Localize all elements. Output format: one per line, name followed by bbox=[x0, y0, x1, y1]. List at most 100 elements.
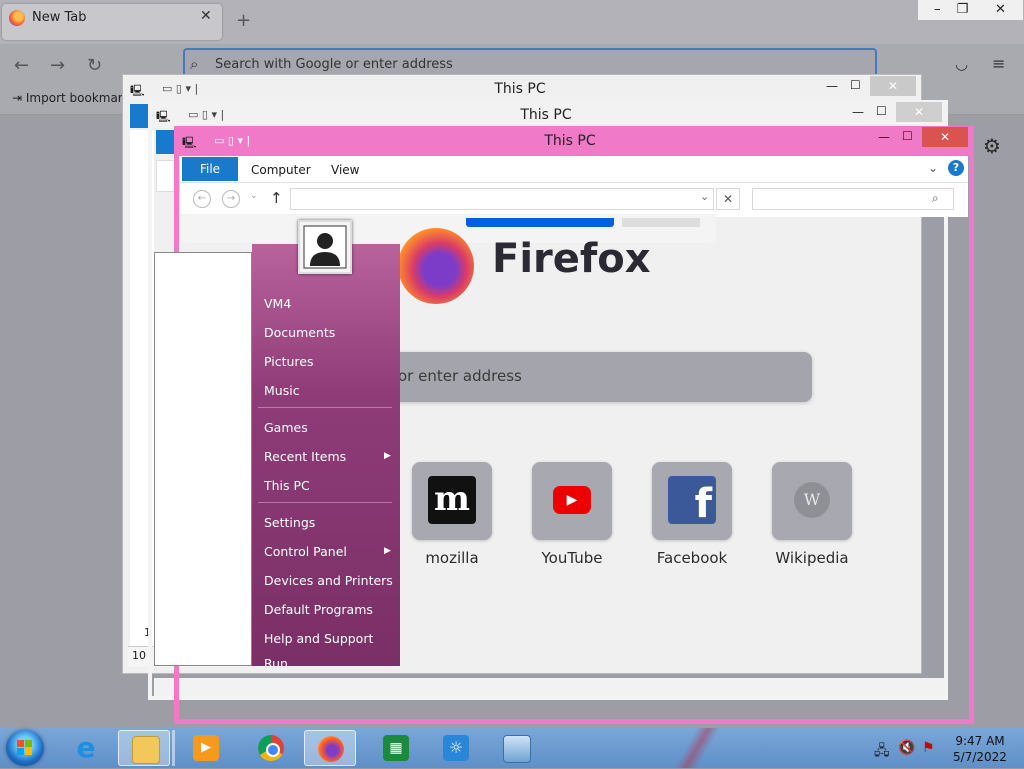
top-site-mozilla[interactable]: m mozilla bbox=[412, 462, 492, 567]
windows-logo-icon bbox=[17, 740, 32, 755]
newtab-search-placeholder: or enter address bbox=[398, 367, 522, 385]
computer-icon: 🖳 bbox=[156, 110, 171, 123]
site-label: Wikipedia bbox=[775, 549, 849, 567]
back-icon[interactable]: ← bbox=[14, 55, 29, 76]
network-icon[interactable]: 🖧 bbox=[874, 740, 890, 764]
help-icon[interactable]: ? bbox=[948, 160, 964, 176]
site-label: Facebook bbox=[656, 549, 728, 567]
start-item-pictures[interactable]: Pictures bbox=[264, 354, 314, 369]
taskbar-chrome[interactable] bbox=[245, 730, 297, 766]
ribbon-file-tab[interactable] bbox=[130, 104, 150, 128]
search-icon[interactable]: ⌕ bbox=[932, 191, 939, 206]
computer-icon: 🖳 bbox=[130, 84, 145, 97]
close-button[interactable]: ✕ bbox=[870, 76, 916, 96]
media-player-icon: ▶ bbox=[193, 735, 219, 761]
close-button[interactable]: ✕ bbox=[922, 127, 968, 147]
site-label: YouTube bbox=[541, 549, 603, 567]
tab-view[interactable]: View bbox=[331, 163, 359, 177]
settings-gear-icon[interactable]: ⚙ bbox=[983, 134, 1001, 158]
firefox-logo bbox=[398, 228, 474, 304]
minimize-button[interactable]: — bbox=[852, 105, 864, 119]
top-site-youtube[interactable]: ▶ YouTube bbox=[532, 462, 612, 567]
start-item-default-programs[interactable]: Default Programs bbox=[264, 602, 373, 617]
start-button[interactable] bbox=[6, 730, 44, 766]
start-item-devices-printers[interactable]: Devices and Printers bbox=[264, 573, 393, 588]
wikipedia-icon: W bbox=[794, 482, 830, 518]
youtube-icon: ▶ bbox=[553, 486, 591, 514]
site-label: mozilla bbox=[425, 549, 479, 567]
taskbar-stack-indicator bbox=[172, 730, 175, 766]
tab-computer[interactable]: Computer bbox=[251, 163, 311, 177]
folder-icon bbox=[132, 736, 160, 764]
maximize-button[interactable]: ☐ bbox=[850, 78, 861, 92]
brightness-icon: ☼ bbox=[443, 735, 469, 761]
start-item-music[interactable]: Music bbox=[264, 383, 300, 398]
recent-locations-icon[interactable]: ⌄ bbox=[250, 191, 258, 201]
pocket-icon[interactable]: ◡ bbox=[955, 55, 968, 73]
ribbon-expand-icon[interactable]: ⌄ bbox=[928, 161, 938, 175]
clear-address-icon[interactable]: ✕ bbox=[716, 188, 740, 210]
search-input[interactable] bbox=[752, 188, 954, 210]
top-site-wikipedia[interactable]: W Wikipedia bbox=[772, 462, 852, 567]
start-item-recent-items[interactable]: Recent Items bbox=[264, 449, 346, 464]
start-menu-programs-pane bbox=[154, 252, 252, 666]
close-button[interactable]: ✕ bbox=[896, 102, 942, 122]
firefox-wordmark: Firefox bbox=[492, 236, 651, 282]
firefox-icon bbox=[318, 736, 344, 762]
user-avatar[interactable] bbox=[298, 220, 352, 274]
volume-muted-icon[interactable]: 🔇 bbox=[898, 740, 915, 756]
reload-icon[interactable]: ↻ bbox=[87, 55, 102, 76]
dialog-secondary-button[interactable] bbox=[622, 218, 700, 227]
start-item-documents[interactable]: Documents bbox=[264, 325, 335, 340]
new-tab-button[interactable]: + bbox=[236, 10, 251, 31]
address-input[interactable] bbox=[290, 188, 714, 210]
quick-access-icons[interactable]: ▭ ▯ ▾ | bbox=[162, 82, 198, 95]
start-item-settings[interactable]: Settings bbox=[264, 515, 315, 530]
close-window-button[interactable]: ✕ bbox=[978, 0, 1023, 20]
maximize-button[interactable]: ☐ bbox=[902, 129, 913, 143]
up-icon[interactable]: ↑ bbox=[270, 189, 283, 207]
top-site-facebook[interactable]: f Facebook bbox=[652, 462, 732, 567]
window-title: This PC bbox=[520, 107, 572, 123]
taskbar-display[interactable] bbox=[490, 730, 542, 766]
taskbar-store[interactable]: ▦ bbox=[370, 730, 422, 766]
chrome-icon bbox=[258, 735, 284, 761]
chrome-center-icon bbox=[266, 743, 280, 757]
forward-icon[interactable]: → bbox=[222, 190, 240, 208]
taskbar-media-player[interactable]: ▶ bbox=[180, 730, 232, 766]
start-item-vm4[interactable]: VM4 bbox=[264, 296, 291, 311]
user-silhouette-icon bbox=[303, 225, 347, 269]
submenu-arrow-icon: ▶ bbox=[384, 451, 391, 461]
dialog-primary-button[interactable] bbox=[466, 218, 614, 227]
taskbar-internet-explorer[interactable]: e bbox=[60, 730, 112, 766]
back-icon[interactable]: ← bbox=[193, 190, 211, 208]
start-menu-separator bbox=[258, 407, 392, 408]
menu-icon[interactable]: ≡ bbox=[992, 54, 1005, 73]
window-title: This PC bbox=[544, 133, 596, 149]
taskbar-wallpaper-streak bbox=[640, 728, 760, 768]
taskbar-file-explorer[interactable] bbox=[118, 730, 170, 766]
status-item-count: 10 bbox=[132, 649, 146, 662]
system-clock[interactable]: 9:47 AM 5/7/2022 bbox=[952, 733, 1008, 765]
action-center-flag-icon[interactable]: ⚑ bbox=[922, 740, 935, 756]
taskbar-brightness[interactable]: ☼ bbox=[430, 730, 482, 766]
start-item-games[interactable]: Games bbox=[264, 420, 308, 435]
tab-file[interactable]: File bbox=[182, 157, 238, 181]
start-item-help-support[interactable]: Help and Support bbox=[264, 631, 373, 646]
close-tab-icon[interactable]: ✕ bbox=[200, 8, 212, 24]
address-dropdown-icon[interactable]: ⌄ bbox=[700, 190, 709, 203]
quick-access-icons[interactable]: ▭ ▯ ▾ | bbox=[214, 134, 250, 147]
start-item-control-panel[interactable]: Control Panel bbox=[264, 544, 347, 559]
start-item-this-pc[interactable]: This PC bbox=[264, 478, 310, 493]
forward-icon[interactable]: → bbox=[50, 55, 65, 76]
taskbar-firefox[interactable] bbox=[304, 730, 356, 766]
start-item-run[interactable]: Run... bbox=[264, 656, 300, 666]
site-tile: W bbox=[772, 462, 852, 540]
minimize-button[interactable]: — bbox=[878, 130, 890, 144]
display-icon bbox=[503, 735, 531, 763]
search-icon: ⌕ bbox=[190, 55, 199, 73]
quick-access-icons[interactable]: ▭ ▯ ▾ | bbox=[188, 108, 224, 121]
minimize-button[interactable]: — bbox=[826, 79, 838, 93]
maximize-button[interactable]: ☐ bbox=[876, 104, 887, 118]
store-icon: ▦ bbox=[383, 735, 409, 761]
